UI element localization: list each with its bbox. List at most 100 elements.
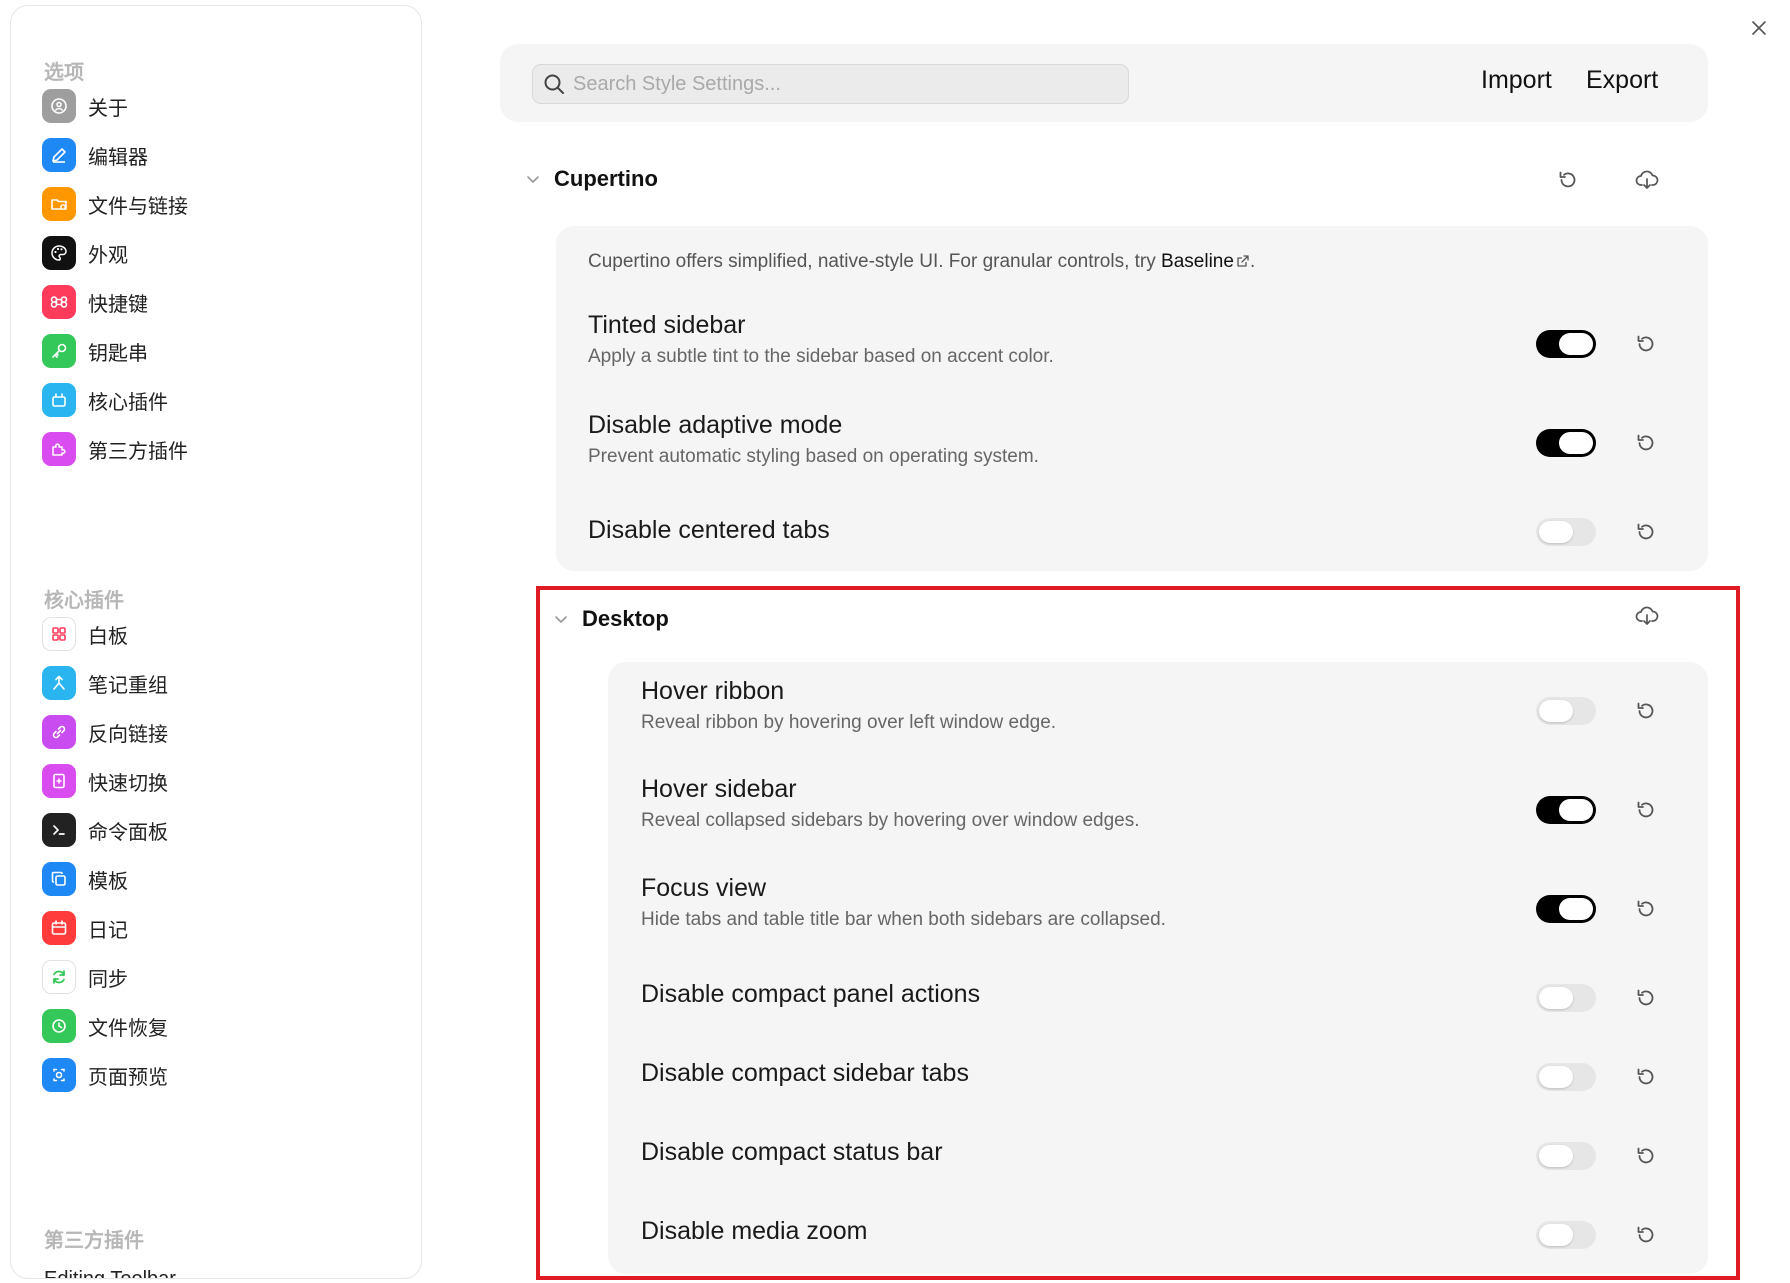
search-icon [544, 74, 564, 94]
sidebar-item[interactable]: 文件恢复 [42, 1004, 402, 1048]
export-button[interactable]: Export [1586, 66, 1658, 95]
setting-toggle[interactable] [1536, 1063, 1596, 1091]
setting-toggle[interactable] [1536, 1221, 1596, 1249]
sidebar-item-label: 核心插件 [88, 391, 168, 414]
style-settings-toolbar: Import Export [500, 44, 1708, 122]
setting-toggle[interactable] [1536, 330, 1596, 358]
baseline-link[interactable]: Baseline [1161, 251, 1234, 272]
setting-title: Disable compact panel actions [641, 980, 981, 1008]
close-button[interactable] [1745, 14, 1773, 42]
toggle-knob [1559, 898, 1593, 920]
sidebar-item-label: 文件恢复 [88, 1017, 168, 1040]
search-input[interactable] [573, 72, 1128, 96]
sidebar-item-label: 反向链接 [88, 723, 168, 746]
reset-setting-button[interactable] [1630, 427, 1662, 459]
chevron-down-icon[interactable] [552, 610, 570, 628]
sidebar-item[interactable]: 编辑器 [42, 133, 402, 177]
setting-title: Disable centered tabs [588, 516, 830, 544]
info-icon [42, 89, 76, 123]
palette-icon [42, 236, 76, 270]
setting-toggle[interactable] [1536, 518, 1596, 546]
sidebar-item-label: 文件与链接 [88, 195, 188, 218]
sidebar-item[interactable]: 快捷键 [42, 280, 402, 324]
setting-toggle[interactable] [1536, 984, 1596, 1012]
toggle-knob [1539, 521, 1573, 543]
reset-icon [1637, 801, 1654, 818]
key-icon [42, 334, 76, 368]
toggle-knob [1559, 799, 1593, 821]
reset-setting-button[interactable] [1630, 893, 1662, 925]
sidebar-item[interactable]: 反向链接 [42, 710, 402, 754]
pencil-icon [42, 138, 76, 172]
command-icon [42, 285, 76, 319]
cloud-download-icon [1635, 606, 1659, 625]
setting-description: Hide tabs and table title bar when both … [641, 909, 1166, 930]
setting-title: Disable compact sidebar tabs [641, 1059, 969, 1087]
sidebar-item[interactable]: 外观 [42, 231, 402, 275]
cupertino-settings-panel: Cupertino offers simplified, native-styl… [556, 226, 1708, 571]
sidebar-item[interactable]: 第三方插件 [42, 427, 402, 471]
folder-icon [42, 187, 76, 221]
cloud-download-icon [1635, 170, 1659, 189]
sidebar-item-label: 快速切换 [88, 772, 168, 795]
plugin-icon [42, 383, 76, 417]
setting-description: Apply a subtle tint to the sidebar based… [588, 346, 1054, 367]
chevron-down-icon[interactable] [524, 170, 542, 188]
sidebar-item[interactable]: 模板 [42, 857, 402, 901]
section-header-cupertino[interactable]: Cupertino [524, 166, 658, 192]
import-button[interactable]: Import [1481, 66, 1552, 95]
sidebar-item[interactable]: 核心插件 [42, 378, 402, 422]
reset-icon [1637, 1226, 1654, 1243]
sidebar-item-label: 编辑器 [88, 146, 148, 169]
sidebar-heading-core-plugins: 核心插件 [44, 590, 124, 612]
grid-icon [42, 617, 76, 651]
sidebar-item-label: 外观 [88, 244, 128, 267]
sidebar-item-editing-toolbar[interactable]: Editing Toolbar [44, 1268, 176, 1278]
reset-section-button[interactable] [1552, 164, 1584, 196]
sidebar-item[interactable]: 同步 [42, 955, 402, 999]
sidebar-item-label: 关于 [88, 97, 128, 120]
reset-setting-button[interactable] [1630, 1061, 1662, 1093]
export-section-button[interactable] [1631, 164, 1663, 196]
reset-setting-button[interactable] [1630, 1219, 1662, 1251]
search-box[interactable] [532, 64, 1129, 104]
setting-toggle[interactable] [1536, 697, 1596, 725]
setting-toggle[interactable] [1536, 796, 1596, 824]
sidebar-item[interactable]: 笔记重组 [42, 661, 402, 705]
toggle-knob [1559, 432, 1593, 454]
sidebar-item[interactable]: 页面预览 [42, 1053, 402, 1097]
reset-setting-button[interactable] [1630, 328, 1662, 360]
setting-title: Focus view [641, 874, 767, 902]
toggle-knob [1539, 1066, 1573, 1088]
reset-setting-button[interactable] [1630, 982, 1662, 1014]
setting-toggle[interactable] [1536, 429, 1596, 457]
section-description: Cupertino offers simplified, native-styl… [588, 251, 1255, 273]
sidebar-item-label: 快捷键 [88, 293, 148, 316]
reset-setting-button[interactable] [1630, 794, 1662, 826]
toggle-knob [1539, 1224, 1573, 1246]
sidebar-item[interactable]: 钥匙串 [42, 329, 402, 373]
reset-setting-button[interactable] [1630, 695, 1662, 727]
setting-toggle[interactable] [1536, 1142, 1596, 1170]
export-section-button[interactable] [1631, 600, 1663, 632]
reset-setting-button[interactable] [1630, 516, 1662, 548]
sidebar-item-label: 白板 [88, 625, 128, 648]
history-icon [42, 1009, 76, 1043]
sidebar-item[interactable]: 文件与链接 [42, 182, 402, 226]
sidebar-item[interactable]: 快速切换 [42, 759, 402, 803]
reset-setting-button[interactable] [1630, 1140, 1662, 1172]
section-header-desktop[interactable]: Desktop [552, 606, 669, 632]
setting-toggle[interactable] [1536, 895, 1596, 923]
sidebar-item[interactable]: 命令面板 [42, 808, 402, 852]
sidebar-heading-community-plugins: 第三方插件 [44, 1230, 144, 1252]
setting-title: Disable compact status bar [641, 1138, 943, 1166]
sidebar-item-label: 同步 [88, 968, 128, 991]
calendar-icon [42, 911, 76, 945]
sidebar-item[interactable]: 日记 [42, 906, 402, 950]
sidebar-item[interactable]: 白板 [42, 612, 402, 656]
reset-icon [1637, 900, 1654, 917]
sidebar-item[interactable]: 关于 [42, 84, 402, 128]
reset-icon [1637, 523, 1654, 540]
reset-icon [1637, 434, 1654, 451]
merge-icon [42, 666, 76, 700]
